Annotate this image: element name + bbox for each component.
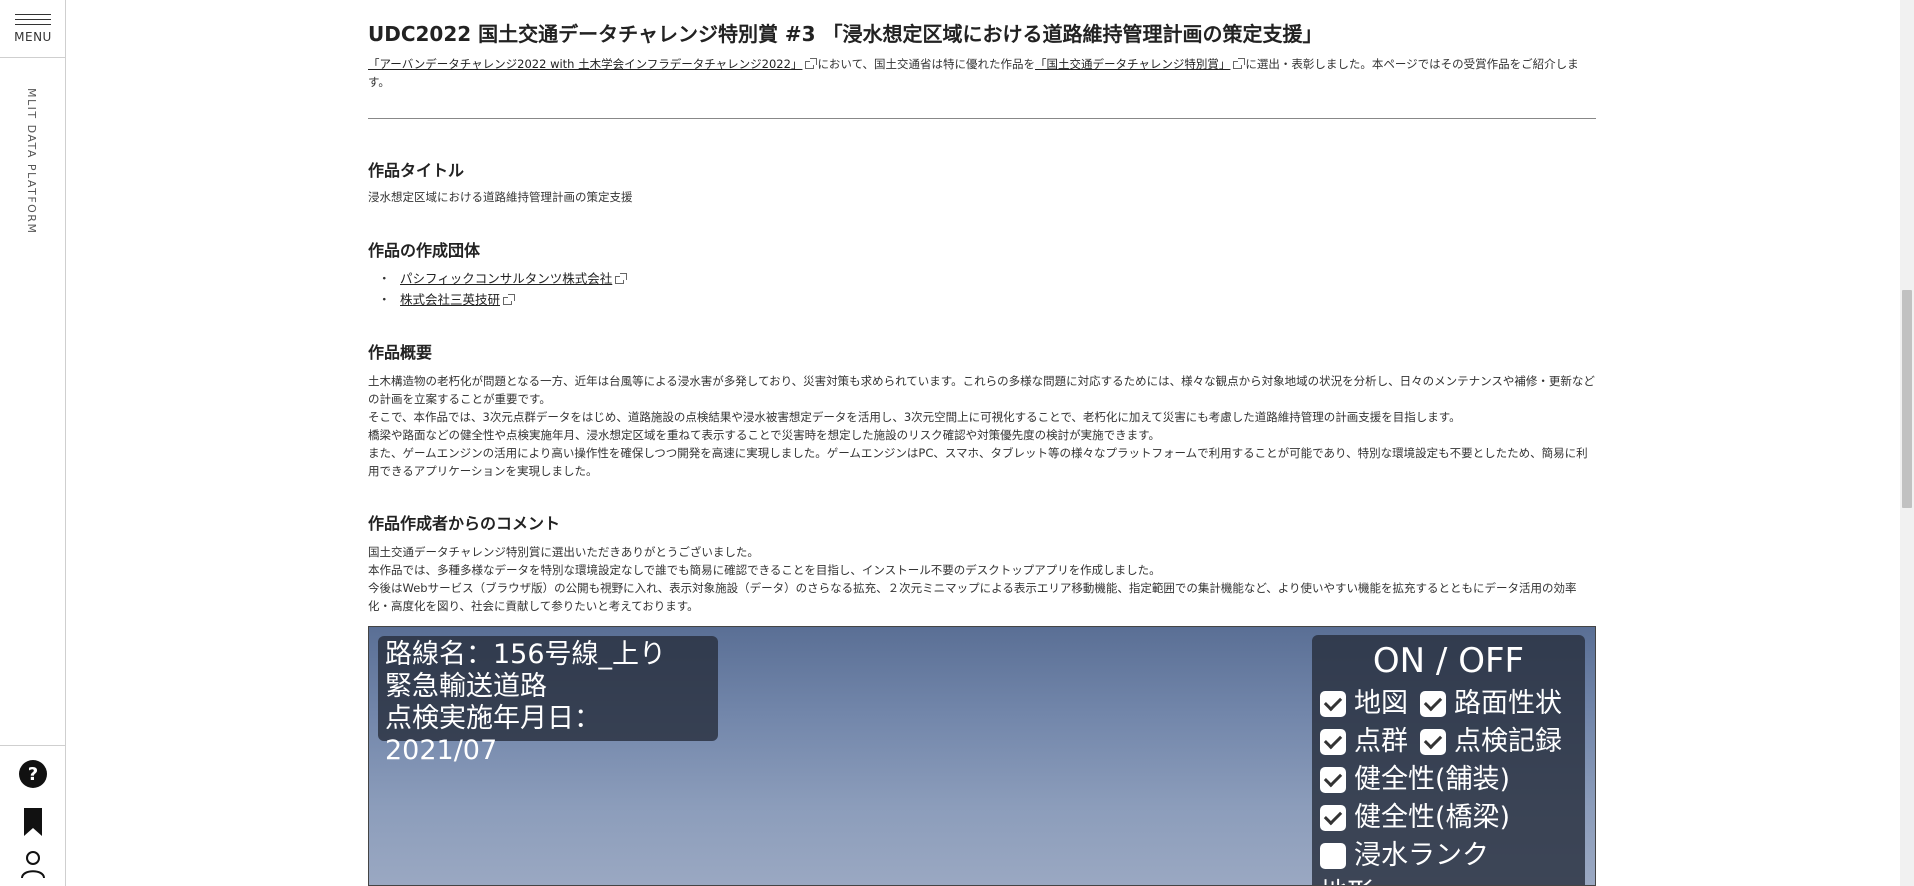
- urban-data-challenge-link[interactable]: 「アーバンデータチャレンジ2022 with 土木学会インフラデータチャレンジ2…: [368, 57, 802, 71]
- toggle-panel-title: ON / OFF: [1372, 641, 1525, 681]
- external-link-icon: [615, 272, 628, 284]
- summary-text: 土木構造物の老朽化が問題となる一方、近年は台風等による浸水害が多発しており、災害…: [368, 372, 1596, 480]
- external-link-icon: [805, 57, 818, 69]
- org-heading: 作品の作成団体: [368, 241, 481, 260]
- external-link-icon: [503, 293, 516, 305]
- scrollbar-thumb[interactable]: [1902, 290, 1912, 508]
- left-sidebar: MENU MLIT DATA PLATFORM ?: [0, 0, 66, 886]
- toggle-terrain: 地形: [1320, 875, 1374, 885]
- toggle-label: 点群: [1354, 726, 1408, 757]
- work-title-heading: 作品タイトル: [368, 161, 465, 180]
- work-title-text: 浸水想定区域における道路維持管理計画の策定支援: [368, 190, 633, 204]
- checkbox-checked-icon: [1320, 729, 1346, 755]
- checkbox-checked-icon: [1320, 691, 1346, 717]
- page-scrollbar[interactable]: [1900, 0, 1914, 886]
- checkbox-unchecked-icon: [1320, 843, 1346, 869]
- sidebar-bottom-tools: ?: [0, 745, 66, 886]
- brand-vertical-text: MLIT DATA PLATFORM: [25, 88, 38, 235]
- toggle-label: 地形: [1320, 875, 1374, 885]
- toggle-map: 地図: [1320, 685, 1408, 723]
- menu-label: MENU: [14, 30, 52, 44]
- org-link-sanei[interactable]: 株式会社三英技研: [400, 292, 500, 307]
- route-name-text: 路線名：156号線_上り: [385, 639, 667, 670]
- summary-paragraph: 土木構造物の老朽化が問題となる一方、近年は台風等による浸水害が多発しており、災害…: [368, 374, 1595, 406]
- checkbox-checked-icon: [1320, 805, 1346, 831]
- toggle-point-cloud: 点群: [1320, 723, 1408, 761]
- menu-button[interactable]: MENU: [0, 0, 66, 58]
- list-item: 株式会社三英技研: [368, 289, 627, 310]
- toggle-label: 浸水ランク: [1354, 840, 1489, 871]
- app-screenshot-image: 路線名：156号線_上り 緊急輸送道路 点検実施年月日：2021/07 ON /…: [368, 626, 1596, 886]
- comment-heading: 作品作成者からのコメント: [368, 514, 561, 533]
- toggle-label: 地図: [1354, 688, 1408, 719]
- toggle-soundness-pavement: 健全性(舗装): [1320, 761, 1510, 799]
- mlit-special-award-link[interactable]: 「国土交通データチャレンジ特別賞」: [1035, 57, 1230, 71]
- route-info-panel: 路線名：156号線_上り 緊急輸送道路 点検実施年月日：2021/07: [378, 636, 718, 766]
- inspection-date-text: 点検実施年月日：2021/07: [385, 703, 601, 766]
- summary-paragraph: また、ゲームエンジンの活用により高い操作性を確保しつつ開発を高速に実現しました。…: [368, 446, 1588, 478]
- hamburger-icon: [15, 14, 51, 25]
- svg-text:?: ?: [28, 764, 38, 785]
- toggle-label: 路面性状: [1454, 688, 1562, 719]
- toggle-label: 健全性(橋梁): [1354, 802, 1511, 833]
- user-icon[interactable]: [17, 848, 49, 880]
- org-link-pacific[interactable]: パシフィックコンサルタンツ株式会社: [400, 271, 612, 286]
- checkbox-checked-icon: [1420, 729, 1446, 755]
- layer-toggle-panel: ON / OFF 地図 路面性状 点群 点検記録 健全性(舗装) 健全性(橋梁)…: [1312, 635, 1585, 885]
- question-circle-icon[interactable]: ?: [17, 758, 49, 790]
- comment-paragraph: 国土交通データチャレンジ特別賞に選出いただきありがとうございました。: [368, 545, 759, 559]
- comment-paragraph: 今後はWebサービス（ブラウザ版）の公開も視野に入れ、表示対象施設（データ）のさ…: [368, 581, 1577, 613]
- comment-text: 国土交通データチャレンジ特別賞に選出いただきありがとうございました。 本作品では…: [368, 543, 1596, 615]
- page-title: UDC2022 国土交通データチャレンジ特別賞 #3 「浸水想定区域における道路…: [368, 22, 1323, 46]
- org-list: パシフィックコンサルタンツ株式会社 株式会社三英技研: [368, 268, 628, 310]
- external-link-icon: [1233, 57, 1246, 69]
- toggle-label: 点検記録: [1454, 726, 1562, 757]
- route-type-text: 緊急輸送道路: [385, 671, 547, 702]
- bookmark-icon[interactable]: [17, 806, 49, 838]
- summary-heading: 作品概要: [368, 343, 433, 362]
- intro-text-1: において、国土交通省は特に優れた作品を: [817, 57, 1036, 71]
- checkbox-checked-icon: [1320, 767, 1346, 793]
- summary-paragraph: そこで、本作品では、3次元点群データをはじめ、道路施設の点検結果や浸水被害想定デ…: [368, 410, 1461, 424]
- toggle-label: 健全性(舗装): [1354, 764, 1511, 795]
- toggle-inspection-record: 点検記録: [1420, 723, 1562, 761]
- comment-paragraph: 本作品では、多種多様なデータを特別な環境設定なしで誰でも簡易に確認できることを目…: [368, 563, 1161, 577]
- toggle-soundness-bridge: 健全性(橋梁): [1320, 799, 1510, 837]
- toggle-flood-rank: 浸水ランク: [1320, 837, 1489, 875]
- checkbox-checked-icon: [1420, 691, 1446, 717]
- list-item: パシフィックコンサルタンツ株式会社: [368, 268, 628, 289]
- intro-paragraph: 「アーバンデータチャレンジ2022 with 土木学会インフラデータチャレンジ2…: [368, 55, 1596, 91]
- toggle-road-surface: 路面性状: [1420, 685, 1562, 723]
- section-divider: [368, 118, 1596, 119]
- summary-paragraph: 橋梁や路面などの健全性や点検実施年月、浸水想定区域を重ねて表示することで災害時を…: [368, 428, 1160, 442]
